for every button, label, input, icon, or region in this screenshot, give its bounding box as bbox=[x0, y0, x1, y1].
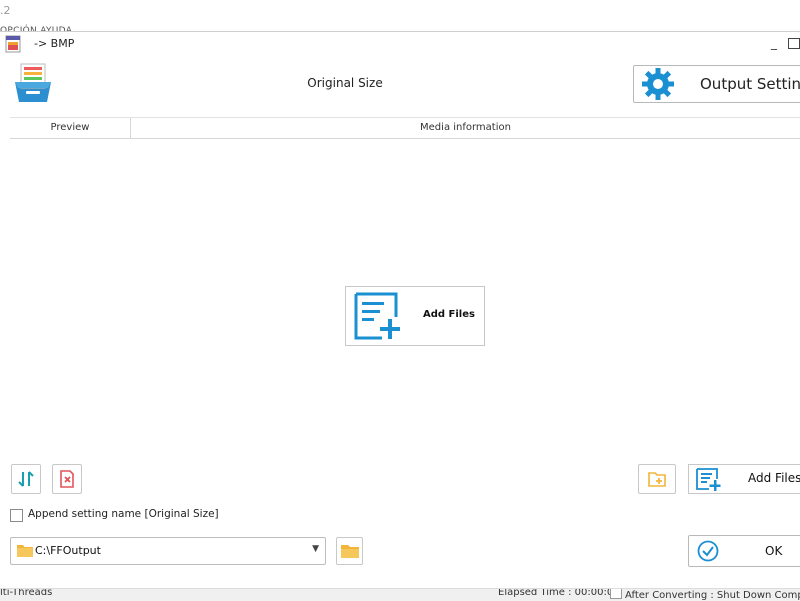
add-file-icon bbox=[696, 468, 721, 491]
remove-file-button[interactable] bbox=[52, 464, 82, 494]
maximize-button[interactable] bbox=[788, 38, 800, 49]
add-file-icon bbox=[354, 292, 400, 340]
bmp-conversion-dialog: -> BMP _ Original Size Output Setting Pr… bbox=[0, 31, 800, 589]
background-status-bar: lti-Threads Elapsed Time : 00:00:00 Afte… bbox=[0, 588, 800, 601]
checkmark-circle-icon bbox=[697, 540, 719, 562]
folder-icon bbox=[341, 545, 359, 558]
file-table: Preview Media information bbox=[10, 117, 800, 447]
ok-label: OK bbox=[765, 544, 783, 558]
folder-icon bbox=[17, 545, 33, 557]
minimize-button[interactable]: _ bbox=[766, 34, 782, 52]
app-icon bbox=[5, 35, 21, 53]
background-version-text: .2 bbox=[0, 4, 11, 17]
threads-label: lti-Threads bbox=[0, 588, 53, 598]
after-converting-option[interactable]: After Converting : Shut Down Compu bbox=[610, 589, 800, 601]
dialog-titlebar: -> BMP _ bbox=[0, 32, 800, 56]
output-path-select[interactable]: C:\FFOutput ▼ bbox=[10, 537, 326, 565]
header-title: Original Size bbox=[307, 76, 383, 90]
remove-file-icon bbox=[60, 470, 74, 488]
gear-icon bbox=[642, 68, 674, 100]
add-folder-button[interactable] bbox=[638, 464, 676, 494]
output-path-value: C:\FFOutput bbox=[35, 544, 101, 557]
add-files-center-button[interactable]: Add Files bbox=[345, 286, 485, 346]
dialog-title: -> BMP bbox=[34, 37, 75, 50]
chevron-down-icon: ▼ bbox=[312, 544, 319, 554]
sort-button[interactable] bbox=[11, 464, 41, 494]
output-setting-label: Output Setting bbox=[700, 75, 800, 93]
append-setting-label: Append setting name [Original Size] bbox=[28, 508, 219, 520]
column-header-preview[interactable]: Preview bbox=[10, 118, 131, 138]
after-converting-label: After Converting : Shut Down Compu bbox=[625, 590, 800, 601]
elapsed-time: Elapsed Time : 00:00:00 bbox=[498, 588, 620, 598]
add-files-center-label: Add Files bbox=[423, 309, 475, 320]
column-header-media-information[interactable]: Media information bbox=[131, 118, 800, 138]
after-converting-checkbox[interactable] bbox=[610, 589, 622, 599]
add-folder-icon bbox=[648, 472, 666, 487]
table-header: Preview Media information bbox=[10, 117, 800, 139]
ok-button[interactable]: OK bbox=[688, 535, 800, 567]
sort-arrows-icon bbox=[18, 471, 34, 487]
browse-folder-button[interactable] bbox=[336, 537, 363, 565]
append-setting-checkbox[interactable] bbox=[10, 509, 23, 522]
output-setting-button[interactable]: Output Setting bbox=[633, 65, 800, 103]
format-list-icon bbox=[15, 63, 51, 102]
add-files-button[interactable]: Add Files bbox=[688, 464, 800, 494]
add-files-label: Add Files bbox=[748, 471, 800, 485]
